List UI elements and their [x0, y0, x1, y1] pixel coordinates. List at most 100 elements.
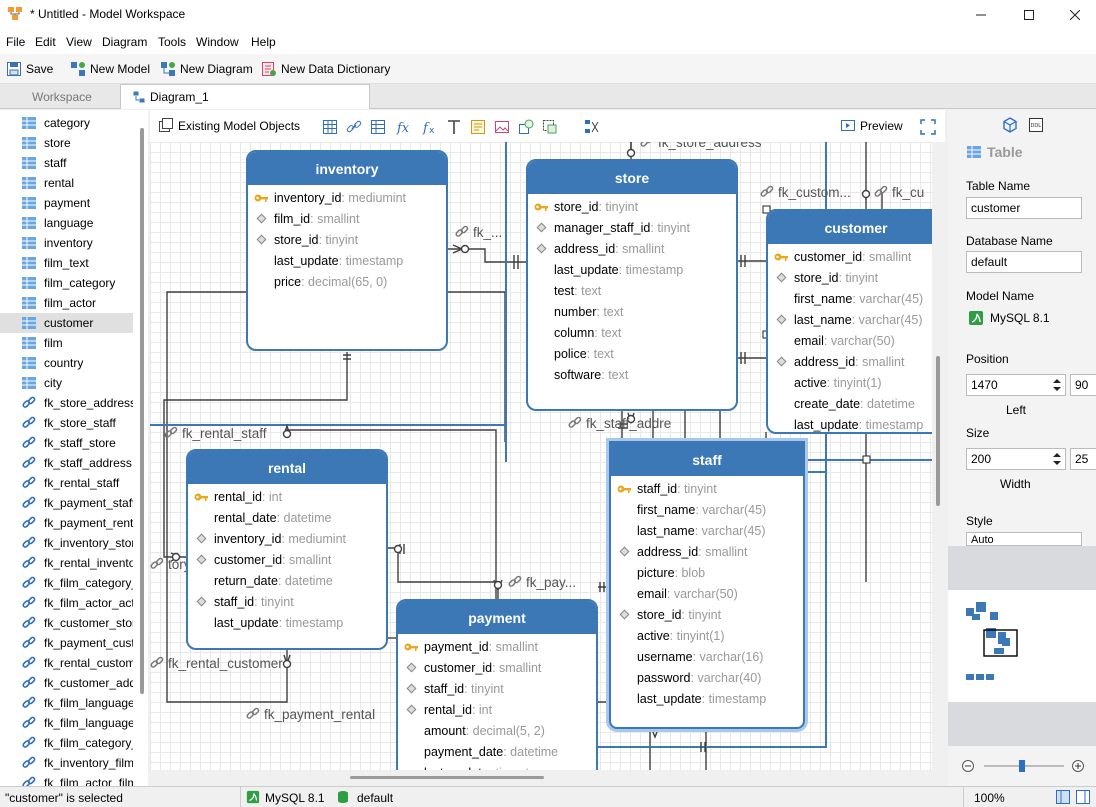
properties-icon[interactable] [1002, 117, 1018, 133]
entity-field-row[interactable]: payment_id : smallint [398, 636, 596, 657]
entity-field-row[interactable]: address_id : smallint [528, 238, 736, 259]
relation-tool-icon[interactable] [346, 119, 362, 135]
sidebar-relation-item[interactable]: fk_staff_address [0, 453, 133, 473]
sidebar-item-language[interactable]: language [0, 213, 133, 233]
size-width-input[interactable]: 200 [966, 448, 1066, 470]
new-diagram-button[interactable]: New Diagram [160, 61, 253, 77]
sidebar-relation-item[interactable]: fk_customer_add [0, 673, 133, 693]
entity-field-row[interactable]: inventory_id : mediumint [248, 187, 446, 208]
entity-field-row[interactable]: return_date : datetime [188, 570, 386, 591]
zoom-slider-thumb[interactable] [1019, 760, 1025, 772]
label-fk-store-address[interactable]: fk_store_address [640, 142, 762, 150]
label-tory[interactable]: tory [150, 557, 191, 572]
entity-field-row[interactable]: last_update : timestamp [611, 688, 803, 709]
sidebar-relation-item[interactable]: fk_film_language [0, 693, 133, 713]
entity-field-row[interactable]: customer_id : smallint [398, 657, 596, 678]
maximize-button[interactable] [1006, 0, 1052, 30]
entity-field-row[interactable]: last_update : timestamp [528, 259, 736, 280]
position-top-input[interactable]: 90 [1070, 374, 1096, 396]
close-button[interactable] [1052, 0, 1096, 30]
size-height-input[interactable]: 25 [1070, 448, 1096, 470]
entity-field-row[interactable]: rental_id : int [398, 699, 596, 720]
new-data-dictionary-button[interactable]: New Data Dictionary [261, 61, 390, 77]
entity-payment[interactable]: payment payment_id : smallint customer_id … [396, 599, 598, 770]
ddl-icon[interactable]: DDL [1028, 117, 1044, 133]
entity-field-row[interactable]: create_date : datetime [768, 393, 932, 414]
sidebar-relation-item[interactable]: fk_film_category_ [0, 573, 133, 593]
text-tool-icon[interactable] [446, 119, 462, 135]
entity-field-row[interactable]: first_name : varchar(45) [611, 499, 803, 520]
sidebar-item-payment[interactable]: payment [0, 193, 133, 213]
sidebar-relation-item[interactable]: fk_film_actor_film [0, 773, 133, 786]
sidebar-relation-item[interactable]: fk_film_actor_act [0, 593, 133, 613]
label-fk-rental-staff[interactable]: fk_rental_staff [164, 426, 267, 441]
entity-field-row[interactable]: store_id : tinyint [528, 196, 736, 217]
entity-inventory[interactable]: inventory inventory_id : mediumint film_id… [246, 150, 448, 351]
sidebar-item-country[interactable]: country [0, 353, 133, 373]
entity-field-row[interactable]: number : text [528, 301, 736, 322]
entity-field-row[interactable]: address_id : smallint [611, 541, 803, 562]
sidebar-item-customer[interactable]: customer [0, 313, 133, 333]
entity-field-row[interactable]: active : tinyint(1) [768, 372, 932, 393]
entity-customer[interactable]: customer customer_id : smallint store_id :… [766, 209, 932, 434]
preview-button[interactable]: Preview [840, 118, 903, 134]
entity-field-row[interactable]: manager_staff_id : tinyint [528, 217, 736, 238]
label-fk-staff-addre[interactable]: fk_staff_addre [568, 416, 671, 431]
sidebar-relation-item[interactable]: fk_payment_staff [0, 493, 133, 513]
label-fk-custom[interactable]: fk_custom... [760, 185, 851, 200]
entity-field-row[interactable]: customer_id : smallint [188, 549, 386, 570]
entity-field-row[interactable]: address_id : smallint [768, 351, 932, 372]
view-tool-icon[interactable] [370, 119, 386, 135]
sidebar-relation-item[interactable]: fk_rental_staff [0, 473, 133, 493]
entity-field-row[interactable]: last_update : timestamp [398, 762, 596, 771]
entity-field-row[interactable]: email : varchar(50) [611, 583, 803, 604]
entity-field-row[interactable]: film_id : smallint [248, 208, 446, 229]
entity-field-row[interactable]: inventory_id : mediumint [188, 528, 386, 549]
sidebar-item-film-actor[interactable]: film_actor [0, 293, 133, 313]
sidebar-item-rental[interactable]: rental [0, 173, 133, 193]
minimize-button[interactable] [958, 0, 1004, 30]
sidebar-relation-item[interactable]: fk_inventory_stor [0, 533, 133, 553]
entity-field-row[interactable]: customer_id : smallint [768, 246, 932, 267]
label-fk-dots[interactable]: fk_... [455, 225, 502, 240]
shape-tool-icon[interactable] [518, 119, 534, 135]
entity-field-row[interactable]: test : text [528, 280, 736, 301]
label-fk-cu[interactable]: fk_cu [874, 185, 924, 200]
image-tool-icon[interactable] [494, 119, 510, 135]
layout-single-icon[interactable] [1056, 790, 1070, 804]
label-fk-payment-rental[interactable]: fk_payment_rental [246, 707, 375, 722]
sidebar-item-store[interactable]: store [0, 133, 133, 153]
entity-field-row[interactable]: rental_date : datetime [188, 507, 386, 528]
menu-diagram[interactable]: Diagram [102, 35, 147, 49]
entity-field-row[interactable]: column : text [528, 322, 736, 343]
sidebar-relation-item[interactable]: fk_payment_rent [0, 513, 133, 533]
entity-field-row[interactable]: rental_id : int [188, 486, 386, 507]
sidebar-relation-item[interactable]: fk_store_address [0, 393, 133, 413]
procedure-tool-icon[interactable]: fx [422, 119, 438, 135]
entity-field-row[interactable]: email : varchar(50) [768, 330, 932, 351]
sidebar-item-film[interactable]: film [0, 333, 133, 353]
entity-field-row[interactable]: first_name : varchar(45) [768, 288, 932, 309]
entity-field-row[interactable]: last_name : varchar(45) [768, 309, 932, 330]
sidebar-item-film-category[interactable]: film_category [0, 273, 133, 293]
sidebar-relation-item[interactable]: fk_rental_custom [0, 653, 133, 673]
save-button[interactable]: Save [6, 61, 53, 77]
existing-model-objects-button[interactable]: Existing Model Objects [158, 118, 300, 134]
table-tool-icon[interactable] [322, 119, 338, 135]
sidebar-item-category[interactable]: category [0, 113, 133, 133]
sidebar-item-staff[interactable]: staff [0, 153, 133, 173]
entity-field-row[interactable]: password : varchar(40) [611, 667, 803, 688]
entity-field-row[interactable]: software : text [528, 364, 736, 385]
entity-field-row[interactable]: picture : blob [611, 562, 803, 583]
entity-staff[interactable]: staff staff_id : tinyint first_name : varc… [609, 441, 805, 729]
width-spin-icon[interactable] [1052, 450, 1062, 468]
entity-field-row[interactable]: last_update : timestamp [188, 612, 386, 633]
function-tool-icon[interactable]: fx [396, 119, 412, 135]
canvas-vscrollbar[interactable] [936, 356, 940, 506]
canvas-hscrollbar[interactable] [350, 776, 544, 779]
sidebar-relation-item[interactable]: fk_customer_stor [0, 613, 133, 633]
layout-split-icon[interactable] [1076, 790, 1090, 804]
zoom-out-button[interactable] [962, 760, 974, 775]
entity-field-row[interactable]: police : text [528, 343, 736, 364]
label-fk-rental-customer[interactable]: fk_rental_customer [150, 656, 283, 671]
